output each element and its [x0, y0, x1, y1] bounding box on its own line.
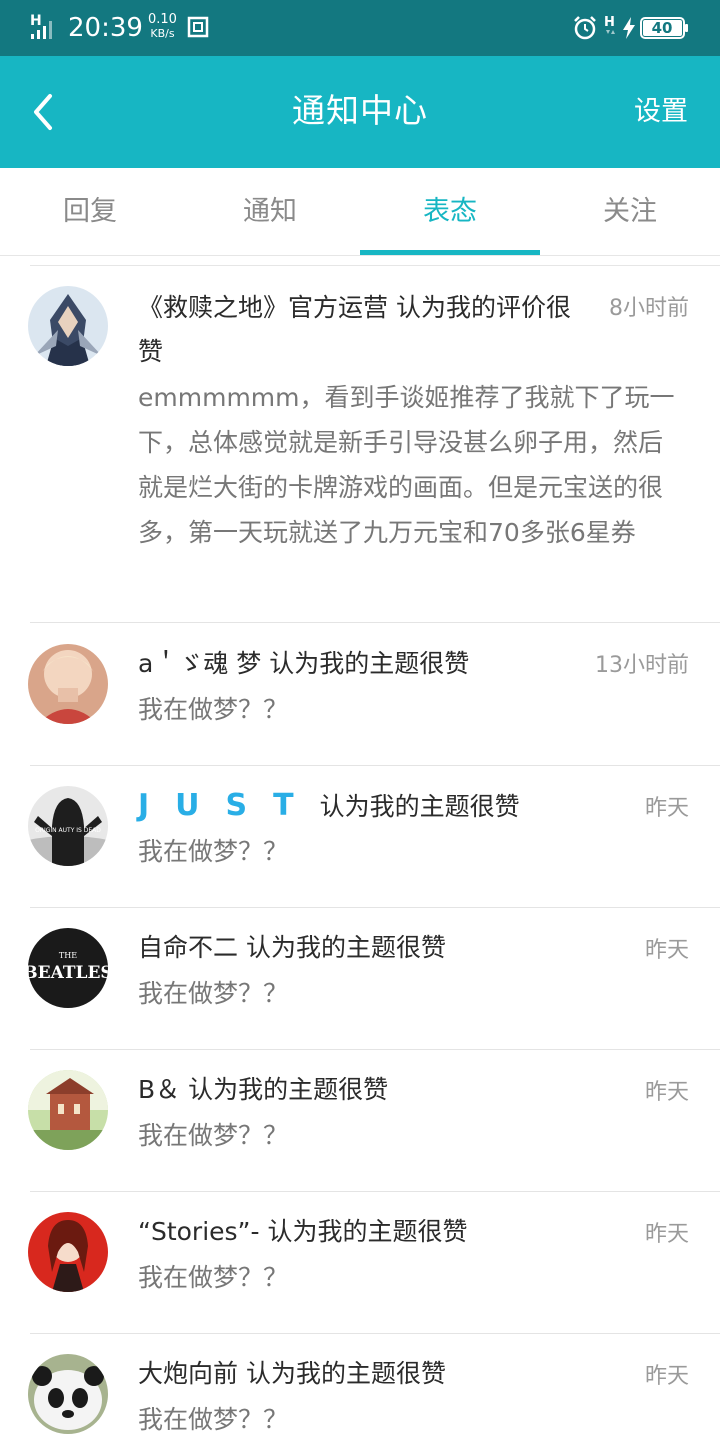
notification-title: B＆ 认为我的主题很赞 [138, 1068, 578, 1112]
notification-title: “Stories”- 认为我的主题很赞 [138, 1210, 578, 1254]
list-item[interactable]: B＆ 认为我的主题很赞 昨天 我在做梦？？ [0, 1050, 720, 1191]
user-name[interactable]: 《救赎之地》官方运营 [138, 293, 388, 322]
notification-content: 我在做梦？？ [138, 1121, 289, 1150]
notification-action: 认为我的主题很赞 [267, 1217, 468, 1246]
svg-text:H: H [604, 15, 615, 30]
list-item[interactable]: a＇ゞ魂 梦 认为我的主题很赞 13小时前 我在做梦？？ [0, 623, 720, 765]
notification-action: 认为我的主题很赞 [269, 649, 470, 678]
status-bar: H 20:39 0.10 KB/s H 40 [0, 0, 720, 56]
notification-app-icon [187, 16, 209, 38]
timestamp: 昨天 [644, 1080, 689, 1105]
network-type-icon: H [604, 15, 615, 34]
user-name[interactable]: “Stories”- [138, 1217, 260, 1246]
tab-reactions[interactable]: 表态 [360, 168, 540, 256]
tab-replies[interactable]: 回复 [0, 168, 180, 256]
notification-action: 认为我的主题很赞 [319, 792, 520, 821]
svg-text:THE: THE [59, 951, 77, 960]
page-title: 通知中心 [292, 91, 428, 130]
notification-content: 我在做梦？？ [138, 1263, 289, 1292]
network-speed: 0.10 KB/s [148, 13, 177, 41]
notification-content: 我在做梦？？ [138, 837, 289, 866]
avatar [28, 644, 108, 724]
notification-action: 认为我的主题很赞 [188, 1075, 389, 1104]
notification-action: 认为我的主题很赞 [245, 933, 446, 962]
alarm-icon [574, 16, 596, 40]
avatar [28, 1354, 108, 1434]
list-item[interactable]: 大炮向前 认为我的主题很赞 昨天 我在做梦？？ [0, 1334, 720, 1436]
network-speed-value: 0.10 [148, 12, 177, 27]
clock: 20:39 [68, 13, 143, 43]
network-speed-unit: KB/s [150, 27, 175, 40]
svg-text:ORIGIN AUTY IS DEAD: ORIGIN AUTY IS DEAD [35, 827, 101, 834]
avatar [28, 286, 108, 366]
tab-bar: 回复 通知 表态 关注 [0, 168, 720, 256]
notification-title: 大炮向前 认为我的主题很赞 [138, 1352, 578, 1396]
notification-title: 自命不二 认为我的主题很赞 [138, 926, 578, 970]
tab-following[interactable]: 关注 [540, 168, 720, 256]
list-item[interactable]: ORIGIN AUTY IS DEAD JUST认为我的主题很赞 昨天 我在做梦… [0, 766, 720, 907]
notification-content: 我在做梦？？ [138, 1405, 289, 1434]
notification-content: 我在做梦？？ [138, 979, 289, 1008]
active-tab-indicator [360, 250, 540, 255]
battery-level: 40 [651, 19, 673, 37]
notification-content: emmmmmm，看到手谈姬推荐了我就下了玩一下，总体感觉就是新手引导没甚么卵子用… [138, 383, 675, 547]
app-header: 通知中心 设置 [0, 56, 720, 168]
svg-text:BEATLES: BEATLES [28, 963, 108, 983]
svg-text:H: H [30, 13, 42, 29]
user-name[interactable]: 自命不二 [138, 933, 238, 962]
notification-title: JUST认为我的主题很赞 [138, 784, 578, 829]
timestamp: 昨天 [644, 938, 689, 963]
notification-content: 我在做梦？？ [138, 695, 289, 724]
avatar [28, 1212, 108, 1292]
signal-icon: H [30, 13, 52, 39]
settings-button[interactable]: 设置 [634, 94, 688, 130]
timestamp: 昨天 [644, 1222, 689, 1247]
notification-title: a＇ゞ魂 梦 认为我的主题很赞 [138, 642, 578, 686]
timestamp: 13小时前 [595, 653, 689, 678]
timestamp: 8小时前 [609, 296, 689, 321]
user-name[interactable]: 大炮向前 [138, 1359, 238, 1388]
list-item[interactable]: “Stories”- 认为我的主题很赞 昨天 我在做梦？？ [0, 1192, 720, 1333]
notification-title: 《救赎之地》官方运营 认为我的评价很赞 [138, 286, 578, 374]
tab-notices[interactable]: 通知 [180, 168, 360, 256]
user-name[interactable]: a＇ゞ魂 梦 [138, 649, 261, 678]
list-item[interactable]: 《救赎之地》官方运营 认为我的评价很赞 8小时前 emmmmmm，看到手谈姬推荐… [0, 266, 720, 622]
notification-action: 认为我的主题很赞 [245, 1359, 446, 1388]
timestamp: 昨天 [644, 796, 689, 821]
list-item[interactable]: THE BEATLES 自命不二 认为我的主题很赞 昨天 我在做梦？？ [0, 908, 720, 1049]
charging-icon [623, 17, 635, 39]
avatar [28, 1070, 108, 1150]
timestamp: 昨天 [644, 1364, 689, 1389]
avatar: THE BEATLES [28, 928, 108, 1008]
avatar: ORIGIN AUTY IS DEAD [28, 786, 108, 866]
user-name[interactable]: JUST [138, 788, 320, 823]
user-name[interactable]: B＆ [138, 1075, 180, 1104]
